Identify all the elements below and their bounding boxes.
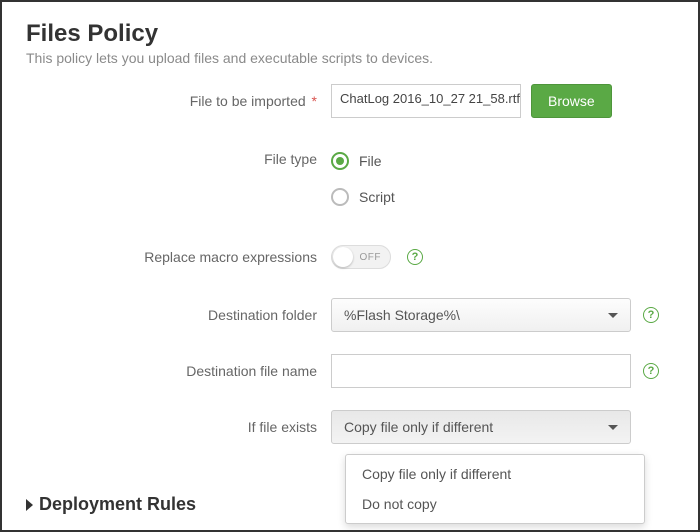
deployment-rules-label: Deployment Rules — [39, 494, 196, 515]
if-exists-label: If file exists — [26, 419, 331, 435]
dest-folder-value: %Flash Storage%\ — [344, 307, 460, 323]
if-exists-value: Copy file only if different — [344, 419, 493, 435]
radio-icon — [331, 188, 349, 206]
file-type-label: File type — [26, 148, 331, 167]
dest-folder-select[interactable]: %Flash Storage%\ — [331, 298, 631, 332]
required-asterisk: * — [312, 93, 317, 109]
radio-label-file: File — [359, 153, 382, 169]
chevron-down-icon — [608, 313, 618, 318]
help-icon[interactable]: ? — [643, 363, 659, 379]
radio-icon — [331, 152, 349, 170]
file-import-label: File to be imported * — [26, 93, 331, 109]
help-icon[interactable]: ? — [407, 249, 423, 265]
help-icon[interactable]: ? — [643, 307, 659, 323]
file-type-radio-file[interactable]: File — [331, 152, 395, 170]
caret-right-icon — [26, 499, 33, 511]
dest-file-name-input[interactable] — [331, 354, 631, 388]
if-exists-option-do-not-copy[interactable]: Do not copy — [346, 489, 644, 519]
if-exists-option-copy-if-different[interactable]: Copy file only if different — [346, 459, 644, 489]
page-subtitle: This policy lets you upload files and ex… — [26, 50, 674, 66]
browse-button[interactable]: Browse — [531, 84, 612, 118]
page-title: Files Policy — [26, 20, 674, 48]
if-exists-select[interactable]: Copy file only if different — [331, 410, 631, 444]
if-exists-dropdown[interactable]: Copy file only if different Do not copy — [345, 454, 645, 524]
radio-label-script: Script — [359, 189, 395, 205]
toggle-value: OFF — [360, 252, 382, 263]
replace-macro-toggle[interactable]: OFF — [331, 245, 391, 269]
dest-folder-label: Destination folder — [26, 307, 331, 323]
dest-file-name-label: Destination file name — [26, 363, 331, 379]
file-import-display: ChatLog 2016_10_27 21_58.rtf — [331, 84, 521, 118]
chevron-down-icon — [608, 425, 618, 430]
replace-macro-label: Replace macro expressions — [26, 249, 331, 265]
file-type-radio-script[interactable]: Script — [331, 188, 395, 206]
